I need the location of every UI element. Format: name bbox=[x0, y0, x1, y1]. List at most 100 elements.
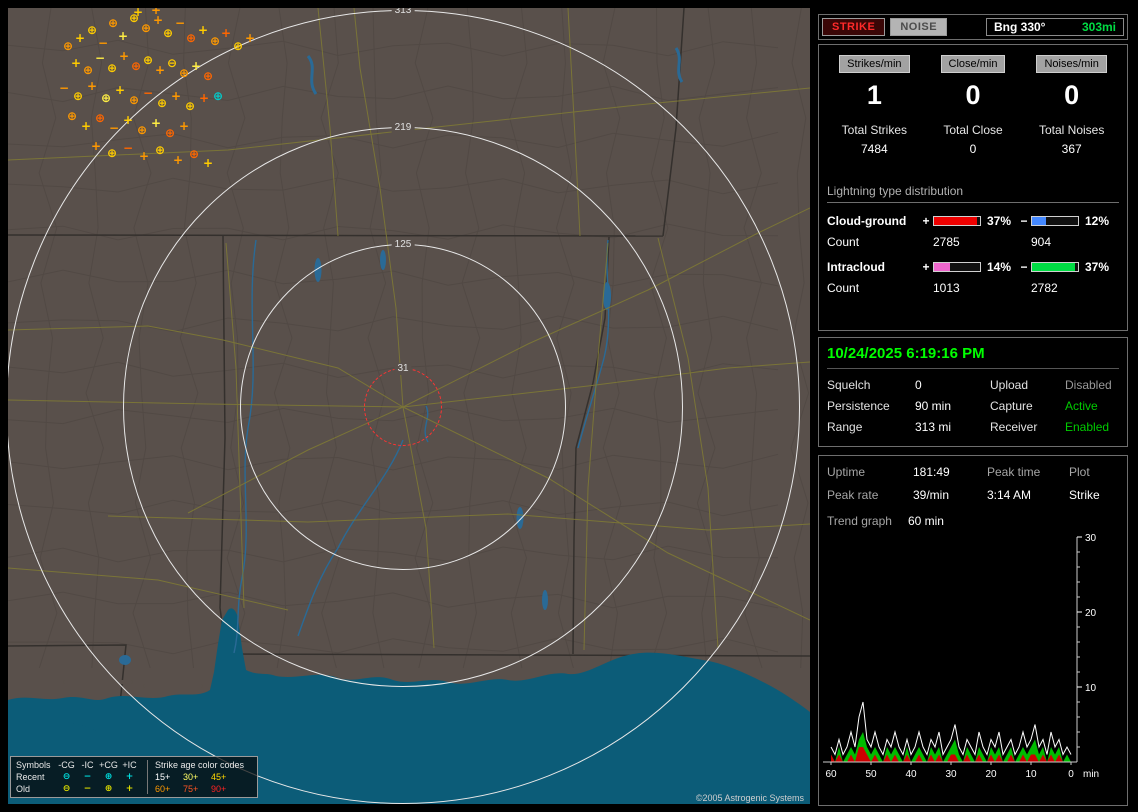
strike-symbol: ⊕ bbox=[62, 39, 74, 53]
map-legend: Symbols -CG -IC +CG +IC Recent ⊖ − ⊕ + O… bbox=[10, 756, 258, 798]
strike-symbol: ⊕ bbox=[178, 66, 190, 80]
strike-symbol: ⊕ bbox=[100, 91, 112, 105]
cloud-ground-label: Cloud-ground bbox=[827, 214, 907, 228]
bearing-display: Bng 330° 303mi bbox=[986, 18, 1124, 36]
strike-symbol: ⊕ bbox=[82, 63, 94, 77]
x-tick-label: 0 bbox=[1068, 769, 1074, 780]
circle-plus-icon: ⊕ bbox=[104, 772, 113, 782]
strike-symbol: ⊕ bbox=[212, 89, 224, 103]
bar-fill bbox=[1032, 263, 1075, 271]
strike-symbol: + bbox=[197, 23, 209, 37]
bar-fill bbox=[934, 217, 977, 225]
datetime-display: 10/24/2025 6:19:16 PM bbox=[827, 345, 1119, 369]
strike-symbol: − bbox=[122, 141, 134, 155]
range-value: 313 mi bbox=[915, 420, 952, 434]
strike-symbol: + bbox=[190, 59, 202, 73]
age-legend: Strike age color codes 15+ 30+ 45+ 60+ 7… bbox=[147, 760, 245, 794]
age-code: 45+ bbox=[211, 772, 227, 782]
strike-symbol: − bbox=[174, 16, 186, 30]
peak-time-value: 3:14 AM bbox=[987, 488, 1032, 502]
strike-symbol: ⊕ bbox=[232, 39, 244, 53]
cloud-ground-count-row: Count 2785 904 bbox=[825, 235, 1121, 249]
noises-per-min-value: 0 bbox=[1064, 80, 1080, 110]
persistence-value: 90 min bbox=[915, 399, 952, 413]
strike-symbol: + bbox=[80, 119, 92, 133]
close-column: Close/min 0 Total Close 0 bbox=[924, 54, 1023, 156]
receiver-label: Receiver bbox=[990, 420, 1038, 434]
upload-label: Upload bbox=[990, 378, 1029, 392]
plot-value: Strike bbox=[1069, 488, 1100, 502]
strike-symbol: + bbox=[178, 119, 190, 133]
strike-symbol: − bbox=[58, 81, 70, 95]
uptime-value: 181:49 bbox=[913, 465, 950, 479]
strike-symbol: ⊕ bbox=[107, 16, 119, 30]
total-close-value: 0 bbox=[969, 142, 977, 156]
cloud-ground-plus-count: 2785 bbox=[933, 235, 960, 249]
intracloud-plus-bar bbox=[933, 262, 981, 272]
strike-symbol: + bbox=[244, 31, 256, 45]
strike-symbol: ⊕ bbox=[86, 23, 98, 37]
strike-symbol: ⊕ bbox=[154, 143, 166, 157]
symbol-legend: Symbols -CG -IC +CG +IC Recent ⊖ − ⊕ + O… bbox=[16, 760, 140, 794]
age-code: 15+ bbox=[155, 772, 171, 782]
strike-symbol: + bbox=[117, 29, 129, 43]
indicator-bar: STRIKE NOISE Bng 330° 303mi bbox=[818, 14, 1128, 40]
strike-symbol: + bbox=[132, 8, 144, 19]
strike-symbol: + bbox=[118, 49, 130, 63]
age-code: 60+ bbox=[155, 784, 171, 794]
strike-symbol: − bbox=[108, 121, 120, 135]
x-tick-label: 50 bbox=[865, 769, 877, 780]
range-ring-label: 31 bbox=[394, 363, 412, 375]
cloud-ground-minus-count: 904 bbox=[1031, 235, 1052, 249]
peak-time-label: Peak time bbox=[987, 465, 1041, 479]
strike-symbol: + bbox=[198, 91, 210, 105]
strike-symbol: − bbox=[97, 36, 109, 50]
strike-symbol: ⊕ bbox=[128, 93, 140, 107]
count-label: Count bbox=[827, 281, 860, 295]
trend-header: Trend graph 60 min bbox=[823, 504, 1123, 528]
x-tick-label: 30 bbox=[945, 769, 957, 780]
plus-sign: + bbox=[922, 260, 930, 274]
strikes-column: Strikes/min 1 Total Strikes 7484 bbox=[825, 54, 924, 156]
strike-symbol: ⊕ bbox=[142, 53, 154, 67]
total-close-label: Total Close bbox=[943, 123, 1003, 137]
upload-value: Disabled bbox=[1065, 378, 1112, 392]
cloud-ground-minus-bar bbox=[1031, 216, 1079, 226]
circle-minus-icon: ⊖ bbox=[62, 784, 71, 794]
total-noises-value: 367 bbox=[1061, 142, 1082, 156]
copyright-text: ©2005 Astrogenic Systems bbox=[695, 793, 804, 803]
y-tick-label: 20 bbox=[1085, 608, 1097, 619]
range-label: Range bbox=[827, 420, 863, 434]
intracloud-minus-count: 2782 bbox=[1031, 281, 1058, 295]
cloud-ground-minus-percent: 12% bbox=[1085, 214, 1110, 228]
strike-symbol: + bbox=[86, 79, 98, 93]
squelch-label: Squelch bbox=[827, 378, 871, 392]
peak-rate-value: 39/min bbox=[913, 488, 950, 502]
x-unit-label: min bbox=[1083, 769, 1099, 780]
strikes-per-min-label: Strikes/min bbox=[839, 55, 910, 73]
intracloud-plus-percent: 14% bbox=[987, 260, 1012, 274]
control-panel: STRIKE NOISE Bng 330° 303mi Strikes/min … bbox=[818, 0, 1130, 812]
legend-old-label: Old bbox=[16, 784, 31, 794]
age-legend-title: Strike age color codes bbox=[155, 760, 245, 770]
intracloud-count-row: Count 1013 2782 bbox=[825, 281, 1121, 295]
y-tick-label: 10 bbox=[1085, 683, 1097, 694]
map-display[interactable]: 313 219 125 31 ⊕ + ⊕ − ⊕ + ⊕ ⊕ + ⊕ − ⊕ + ⊕ + ⊕ + + + + ⊕ − ⊕ + ⊕ ⊕ + ⊖… bbox=[8, 8, 810, 804]
strike-symbol: − bbox=[142, 86, 154, 100]
strike-symbol: ⊕ bbox=[130, 59, 142, 73]
plus-icon: + bbox=[125, 784, 134, 794]
range-ring bbox=[364, 368, 442, 446]
strike-symbol: + bbox=[220, 26, 232, 40]
minus-icon: − bbox=[83, 784, 92, 794]
strike-symbol: ⊕ bbox=[164, 126, 176, 140]
noises-column: Noises/min 0 Total Noises 367 bbox=[1022, 54, 1121, 156]
settings-grid: Squelch 0 Upload Disabled Persistence 90… bbox=[827, 378, 1119, 434]
strike-symbol: ⊕ bbox=[188, 147, 200, 161]
strike-indicator-button[interactable]: STRIKE bbox=[822, 18, 886, 36]
strike-symbol: ⊕ bbox=[136, 123, 148, 137]
strike-symbol: + bbox=[172, 153, 184, 167]
legend-col-pos-cg: +CG bbox=[99, 760, 118, 770]
noise-indicator-button[interactable]: NOISE bbox=[890, 18, 948, 36]
squelch-value: 0 bbox=[915, 378, 922, 392]
strike-symbol: ⊕ bbox=[140, 21, 152, 35]
